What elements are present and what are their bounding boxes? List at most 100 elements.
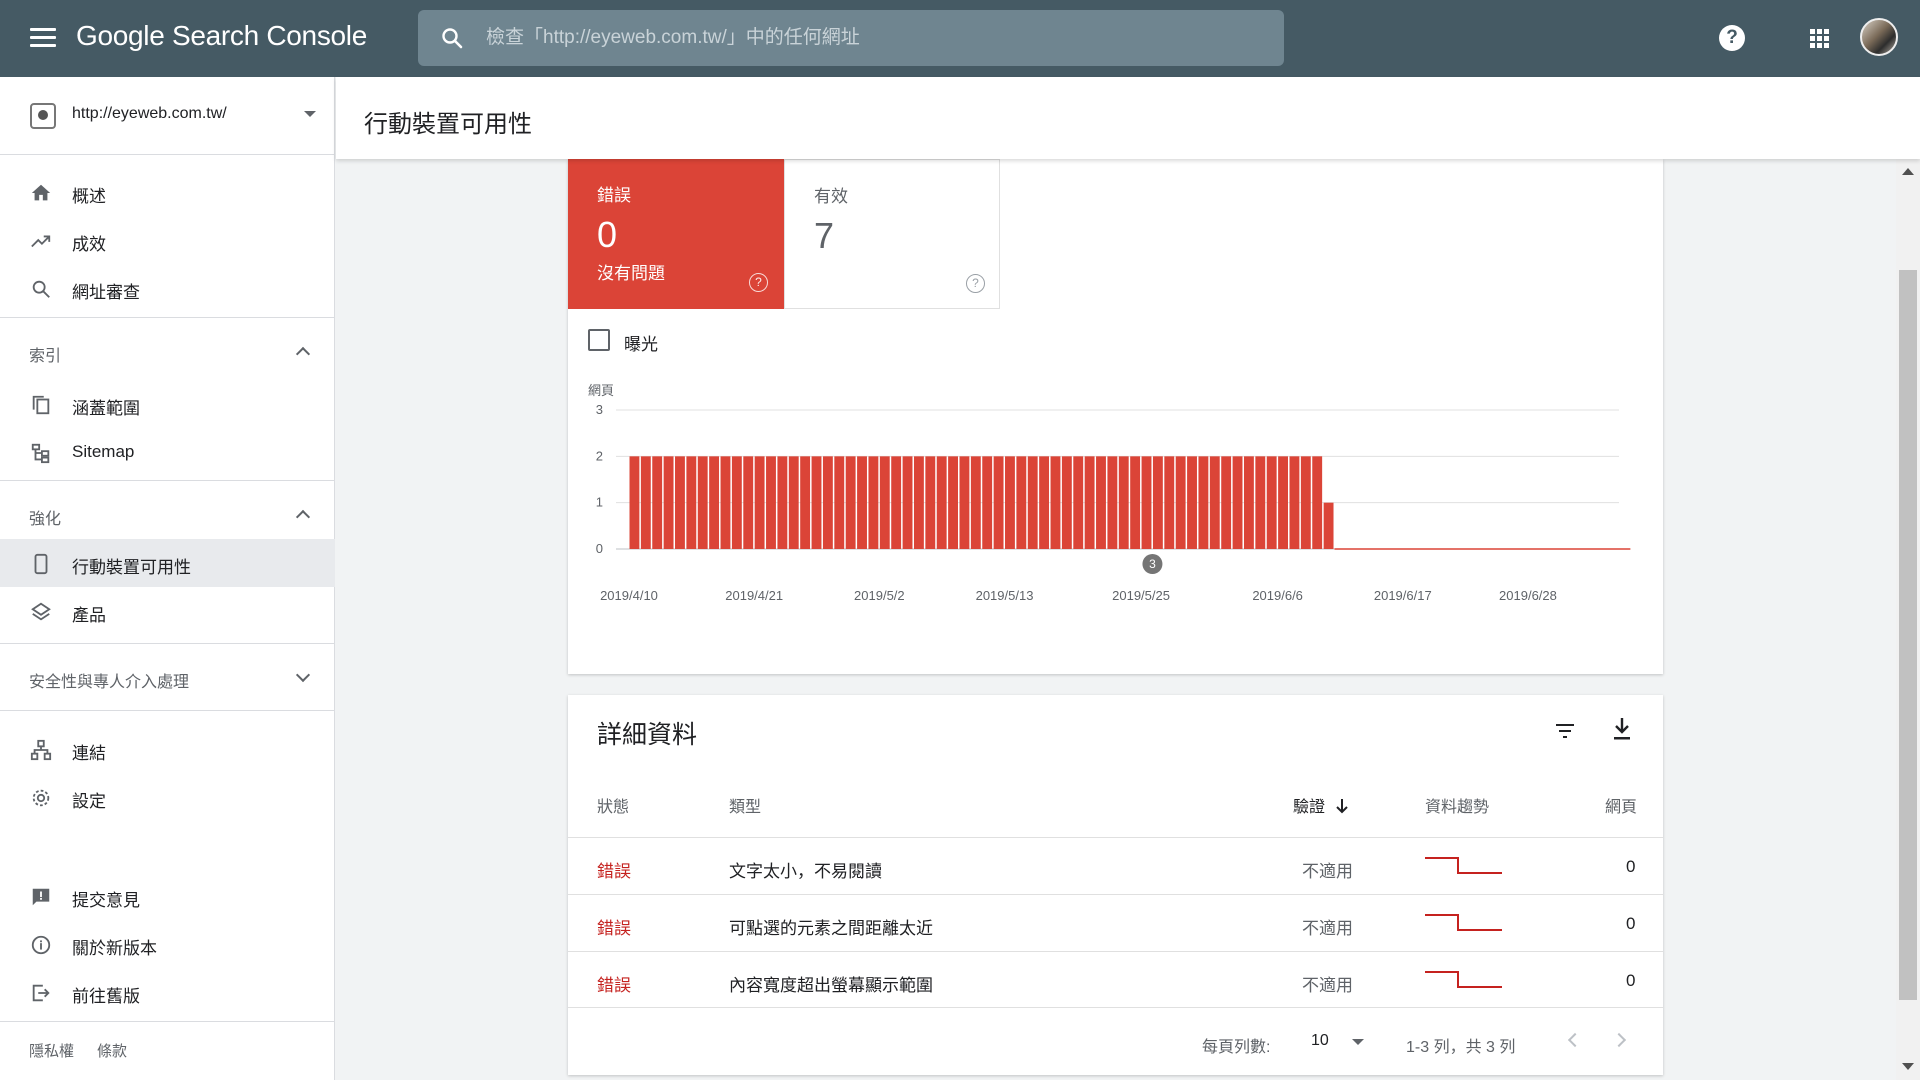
chart-bar <box>982 456 993 549</box>
chart-bar <box>766 456 776 549</box>
account-avatar[interactable] <box>1860 18 1898 56</box>
search-input[interactable] <box>486 10 1266 66</box>
download-icon[interactable] <box>1610 715 1634 743</box>
chart-bar <box>1198 456 1209 549</box>
menu-icon[interactable] <box>30 28 56 48</box>
table-row[interactable]: 錯誤 內容寬度超出螢幕顯示範圍 不適用 0 <box>568 951 1663 1008</box>
y-axis-label: 網頁 <box>588 383 614 398</box>
sidebar-item-old-version[interactable]: 前往舊版 <box>0 968 335 1016</box>
column-header-pages: 網頁 <box>1605 799 1638 816</box>
sidebar-item-about-new-version[interactable]: 關於新版本 <box>0 920 335 968</box>
column-header-label: 驗證 <box>1293 799 1326 816</box>
table-row[interactable]: 錯誤 可點選的元素之間距離太近 不適用 0 <box>568 894 1663 951</box>
trend-sparkline <box>1425 857 1502 874</box>
home-icon <box>31 184 51 201</box>
chart-bar <box>845 456 856 549</box>
privacy-link[interactable]: 隱私權 <box>29 1040 74 1061</box>
chart-bar <box>811 456 822 549</box>
chart-bar <box>1084 456 1095 549</box>
row-status: 錯誤 <box>597 919 631 938</box>
chart-bar <box>1027 456 1038 549</box>
help-circle-icon[interactable]: ? <box>966 274 985 293</box>
valid-tile-count: 7 <box>814 215 835 256</box>
product-logo[interactable]: Google Search Console <box>76 20 367 52</box>
row-type: 內容寬度超出螢幕顯示範圍 <box>729 976 933 995</box>
sidebar-item-performance[interactable]: 成效 <box>0 216 335 264</box>
chart-bar <box>800 456 811 549</box>
scroll-down-arrow-icon[interactable] <box>1902 1063 1914 1070</box>
chart-bar <box>1266 456 1277 549</box>
scroll-up-arrow-icon[interactable] <box>1902 168 1914 175</box>
sidebar-item-products[interactable]: 產品 <box>0 587 335 635</box>
impressions-checkbox[interactable] <box>588 329 610 351</box>
sidebar-divider <box>0 1021 335 1022</box>
chart-bar <box>754 456 765 549</box>
annotation-label: 3 <box>1149 557 1156 571</box>
help-icon[interactable]: ? <box>1719 25 1745 51</box>
chart-bar <box>1209 456 1220 549</box>
chart-bar <box>1016 456 1027 549</box>
chart-bar <box>1175 456 1186 549</box>
property-selector[interactable]: http://eyeweb.com.tw/ <box>0 77 335 155</box>
details-title: 詳細資料 <box>597 721 698 749</box>
sidebar-item-settings[interactable]: 設定 <box>0 773 335 821</box>
help-circle-icon[interactable]: ? <box>749 273 768 292</box>
chart-bar <box>959 456 970 549</box>
sidebar-item-feedback[interactable]: 提交意見 <box>0 872 335 920</box>
filter-icon[interactable] <box>1553 719 1577 743</box>
table-footer-divider <box>568 1007 1663 1008</box>
error-summary-tile[interactable]: 錯誤 0 沒有問題 ? <box>568 159 784 309</box>
section-label-security: 安全性與專人介入處理 <box>29 674 190 691</box>
sidebar-item-label: 關於新版本 <box>72 939 157 958</box>
chart-bar <box>652 456 663 549</box>
sidebar-divider <box>0 480 335 481</box>
chevron-down-icon[interactable] <box>295 667 311 683</box>
chevron-up-icon[interactable] <box>295 509 311 525</box>
error-tile-label: 錯誤 <box>597 186 631 205</box>
impressions-label: 曝光 <box>624 335 658 354</box>
url-inspection-search[interactable] <box>418 10 1284 66</box>
chart-bar <box>1152 456 1163 549</box>
file-copy-icon <box>32 395 50 415</box>
sidebar-divider <box>0 643 335 644</box>
valid-summary-tile[interactable]: 有效 7 ? <box>784 159 1000 309</box>
table-row[interactable]: 錯誤 文字太小，不易閱讀 不適用 0 <box>568 837 1663 894</box>
chart-bar <box>993 456 1004 549</box>
chevron-up-icon[interactable] <box>295 346 311 362</box>
caret-down-icon <box>304 111 316 117</box>
pagination-range: 1-3 列，共 3 列 <box>1406 1039 1516 1056</box>
scrollbar-thumb[interactable] <box>1899 270 1917 1000</box>
sidebar-item-mobile-usability[interactable]: 行動裝置可用性 <box>0 539 335 587</box>
chart-bar <box>1141 456 1152 549</box>
chart-bar <box>686 456 697 549</box>
row-type: 文字太小，不易閱讀 <box>729 862 882 881</box>
sidebar-item-links[interactable]: 連結 <box>0 725 335 773</box>
sidebar-item-coverage[interactable]: 涵蓋範圍 <box>0 380 335 428</box>
x-tick-label: 2019/4/21 <box>725 588 783 603</box>
sidebar-item-sitemap[interactable]: Sitemap <box>0 428 335 476</box>
chevron-right-icon[interactable] <box>1611 1032 1627 1048</box>
chart-bar <box>629 456 640 549</box>
chart-bar <box>1255 456 1266 549</box>
rows-per-page-select[interactable]: 10 <box>1308 1028 1370 1054</box>
chart-bar <box>1130 456 1141 549</box>
chart-bar <box>640 456 651 549</box>
column-header-validation[interactable]: 驗證 <box>1293 793 1349 817</box>
sidebar-item-url-inspection[interactable]: 網址審查 <box>0 264 335 312</box>
terms-link[interactable]: 條款 <box>97 1040 127 1061</box>
chart-bar <box>675 456 685 549</box>
chevron-left-icon[interactable] <box>1567 1032 1583 1048</box>
chart-bar <box>697 456 708 549</box>
chart-bar <box>822 456 833 549</box>
chart-bar <box>1289 456 1300 549</box>
chart-bar <box>913 456 924 549</box>
chart-bar <box>1278 456 1288 549</box>
sidebar-item-overview[interactable]: 概述 <box>0 168 335 216</box>
apps-grid-icon[interactable] <box>1810 29 1830 49</box>
info-icon <box>31 935 51 955</box>
chart-bar <box>788 456 799 549</box>
row-pages: 0 <box>1626 857 1636 876</box>
chart-bar <box>731 456 742 549</box>
rows-per-page-value: 10 <box>1311 1032 1329 1049</box>
feedback-icon <box>32 888 50 906</box>
